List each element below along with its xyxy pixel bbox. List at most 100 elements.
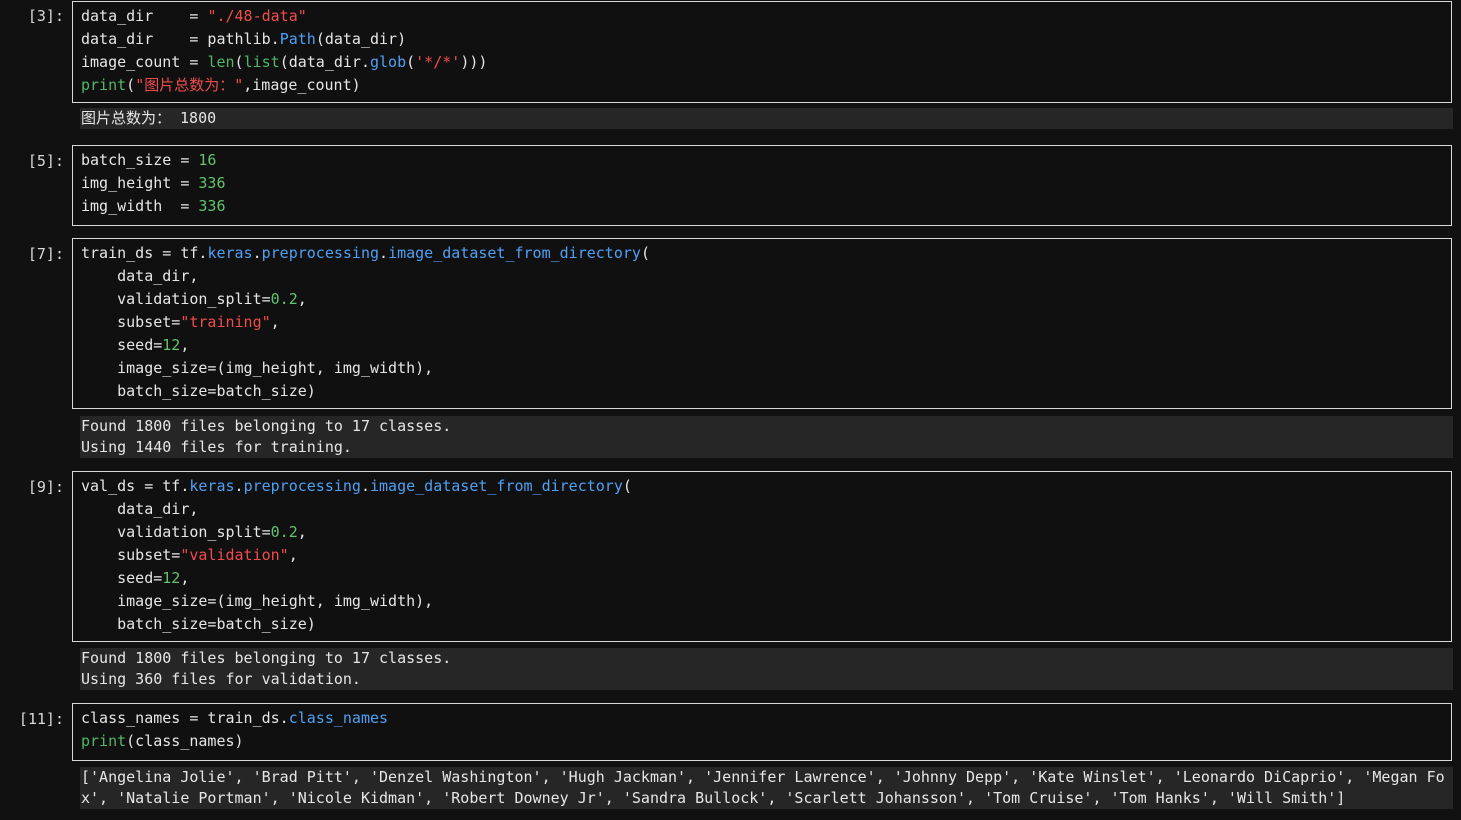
code-token: ( bbox=[406, 53, 416, 71]
code-line: seed=12, bbox=[81, 567, 1451, 590]
code-token: class_names bbox=[288, 709, 389, 727]
cell-prompt: [9]: bbox=[27, 478, 64, 496]
code-token: print bbox=[81, 732, 127, 750]
code-token: keras bbox=[189, 477, 235, 495]
code-line: print("图片总数为：",image_count) bbox=[81, 74, 1451, 97]
code-line: data_dir = "./48-data" bbox=[81, 5, 1451, 28]
code-token: 16 bbox=[198, 151, 217, 169]
output-line: Found 1800 files belonging to 17 classes… bbox=[81, 417, 452, 435]
code-token: subset= bbox=[81, 546, 181, 564]
code-token: seed= bbox=[81, 569, 163, 587]
code-line: batch_size = 16 bbox=[81, 149, 1451, 172]
code-line: validation_split=0.2, bbox=[81, 521, 1451, 544]
code-line: print(class_names) bbox=[81, 730, 1451, 753]
code-token: (class_names) bbox=[126, 732, 244, 750]
output-line: x', 'Natalie Portman', 'Nicole Kidman', … bbox=[81, 789, 1346, 807]
code-token: preprocessing bbox=[261, 244, 380, 262]
code-cell-input[interactable]: train_ds = tf.keras.preprocessing.image_… bbox=[72, 238, 1452, 409]
code-token: 0.2 bbox=[270, 290, 298, 308]
code-token: image_dataset_from_directory bbox=[388, 244, 641, 262]
code-token: , bbox=[180, 569, 190, 587]
code-token: print bbox=[81, 76, 127, 94]
cell-output: Found 1800 files belonging to 17 classes… bbox=[80, 648, 1453, 690]
code-token: 336 bbox=[198, 197, 226, 215]
code-token: image_count = bbox=[81, 53, 208, 71]
code-token: data_dir, bbox=[81, 267, 199, 285]
code-line: val_ds = tf.keras.preprocessing.image_da… bbox=[81, 475, 1451, 498]
cell-prompt: [7]: bbox=[27, 245, 64, 263]
code-token: glob bbox=[370, 53, 407, 71]
code-line: data_dir, bbox=[81, 498, 1451, 521]
code-line: subset="training", bbox=[81, 311, 1451, 334]
code-token: ( bbox=[126, 76, 136, 94]
code-token: img_height = bbox=[81, 174, 199, 192]
code-token: ( bbox=[622, 477, 632, 495]
code-token: image_size=(img_height, img_width), bbox=[81, 359, 434, 377]
code-token: val_ds = tf. bbox=[81, 477, 190, 495]
code-cell-input[interactable]: val_ds = tf.keras.preprocessing.image_da… bbox=[72, 471, 1452, 642]
code-token: "./48-data" bbox=[207, 7, 307, 25]
code-token: batch_size=batch_size) bbox=[81, 382, 316, 400]
code-line: seed=12, bbox=[81, 334, 1451, 357]
code-token: ))) bbox=[460, 53, 488, 71]
code-line: subset="validation", bbox=[81, 544, 1451, 567]
output-line: Using 360 files for validation. bbox=[81, 670, 361, 688]
code-token: seed= bbox=[81, 336, 163, 354]
code-token: img_width = bbox=[81, 197, 199, 215]
cell-output: Found 1800 files belonging to 17 classes… bbox=[80, 416, 1453, 458]
code-line: img_width = 336 bbox=[81, 195, 1451, 218]
output-line: Using 1440 files for training. bbox=[81, 438, 352, 456]
code-line: data_dir, bbox=[81, 265, 1451, 288]
code-line: batch_size=batch_size) bbox=[81, 613, 1451, 636]
code-token: len bbox=[207, 53, 235, 71]
code-token: subset= bbox=[81, 313, 181, 331]
code-token: , bbox=[288, 546, 298, 564]
output-line: Found 1800 files belonging to 17 classes… bbox=[81, 649, 452, 667]
code-token: 12 bbox=[162, 336, 181, 354]
code-token: batch_size=batch_size) bbox=[81, 615, 316, 633]
cell-prompt: [11]: bbox=[18, 710, 64, 728]
code-token: Path bbox=[279, 30, 316, 48]
code-token: , bbox=[297, 290, 307, 308]
cell-output: ['Angelina Jolie', 'Brad Pitt', 'Denzel … bbox=[80, 767, 1453, 809]
code-token: , bbox=[297, 523, 307, 541]
code-token: 0.2 bbox=[270, 523, 298, 541]
code-line: train_ds = tf.keras.preprocessing.image_… bbox=[81, 242, 1451, 265]
code-line: img_height = 336 bbox=[81, 172, 1451, 195]
code-token: image_dataset_from_directory bbox=[370, 477, 623, 495]
code-token: '*/*' bbox=[415, 53, 461, 71]
code-token: preprocessing bbox=[243, 477, 361, 495]
code-token: "图片总数为：" bbox=[135, 76, 244, 94]
code-token: keras bbox=[207, 244, 253, 262]
code-token: list bbox=[243, 53, 280, 71]
code-line: class_names = train_ds.class_names bbox=[81, 707, 1451, 730]
code-cell-input[interactable]: class_names = train_ds.class_names print(… bbox=[72, 703, 1452, 761]
code-token: data_dir = bbox=[81, 7, 208, 25]
code-token: train_ds = tf. bbox=[81, 244, 208, 262]
code-line: image_size=(img_height, img_width), bbox=[81, 357, 1451, 380]
code-line: validation_split=0.2, bbox=[81, 288, 1451, 311]
code-cell-input[interactable]: batch_size = 16 img_height = 336 img_width… bbox=[72, 145, 1452, 226]
output-line: ['Angelina Jolie', 'Brad Pitt', 'Denzel … bbox=[81, 768, 1445, 786]
code-token: . bbox=[360, 477, 370, 495]
code-token: data_dir = pathlib. bbox=[81, 30, 280, 48]
code-token: . bbox=[234, 477, 244, 495]
code-token: (data_dir. bbox=[279, 53, 370, 71]
output-line: 图片总数为： 1800 bbox=[81, 109, 217, 127]
code-token: ( bbox=[640, 244, 650, 262]
code-token: 336 bbox=[198, 174, 226, 192]
code-token: validation_split= bbox=[81, 523, 271, 541]
code-token: 12 bbox=[162, 569, 181, 587]
code-token: , bbox=[270, 313, 280, 331]
code-token: data_dir, bbox=[81, 500, 199, 518]
code-token: class_names = train_ds. bbox=[81, 709, 289, 727]
cell-prompt: [5]: bbox=[27, 152, 64, 170]
code-token: , bbox=[180, 336, 190, 354]
code-line: image_size=(img_height, img_width), bbox=[81, 590, 1451, 613]
code-token: validation_split= bbox=[81, 290, 271, 308]
code-token: (data_dir) bbox=[315, 30, 407, 48]
code-token: "validation" bbox=[180, 546, 289, 564]
code-token: "training" bbox=[180, 313, 271, 331]
code-cell-input[interactable]: data_dir = "./48-data" data_dir = pathlib… bbox=[72, 1, 1452, 103]
code-line: batch_size=batch_size) bbox=[81, 380, 1451, 403]
